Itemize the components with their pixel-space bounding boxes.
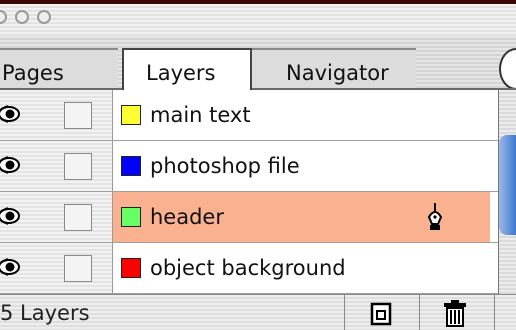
layer-name: header [150, 205, 224, 229]
trash-icon[interactable] [440, 299, 470, 327]
layers-list: main text photoshop file header object b… [0, 90, 499, 294]
scroll-thumb[interactable] [499, 135, 516, 235]
lock-toggle[interactable] [64, 102, 92, 129]
layer-count: 5 Layers [0, 301, 90, 325]
palette-titlebar[interactable] [0, 4, 516, 36]
layer-name: object background [150, 256, 346, 280]
eye-icon[interactable] [0, 103, 22, 125]
close-button[interactable] [0, 10, 7, 24]
tab-layers-label: Layers [146, 61, 216, 85]
status-divider [419, 295, 420, 330]
eye-icon[interactable] [0, 205, 22, 227]
layer-color-swatch [121, 156, 141, 176]
eye-icon[interactable] [0, 256, 22, 278]
new-layer-icon[interactable] [366, 299, 396, 327]
status-bar: 5 Layers [0, 294, 516, 330]
layer-color-swatch [121, 207, 141, 227]
eye-icon[interactable] [0, 154, 22, 176]
minimize-button[interactable] [15, 10, 29, 24]
tab-pages-label: Pages [2, 61, 64, 85]
tab-layers[interactable]: Layers [122, 48, 252, 90]
layer-color-swatch [121, 258, 141, 278]
lock-toggle[interactable] [64, 204, 92, 231]
layer-name: main text [150, 103, 251, 127]
lock-toggle[interactable] [64, 255, 92, 282]
tab-navigator-label: Navigator [286, 61, 389, 85]
layer-row[interactable]: object background [0, 243, 498, 294]
status-divider [494, 295, 495, 330]
layer-color-swatch [121, 105, 141, 125]
tab-bar: Pages Navigator Layers [0, 36, 516, 90]
layer-row[interactable]: photoshop file [0, 141, 498, 192]
layer-row[interactable]: main text [0, 90, 498, 141]
tab-pages[interactable]: Pages [0, 48, 118, 88]
zoom-button[interactable] [37, 10, 51, 24]
lock-toggle[interactable] [64, 153, 92, 180]
palette-menu-button[interactable] [499, 48, 516, 90]
layer-name: photoshop file [150, 154, 300, 178]
status-divider [344, 295, 345, 330]
pen-icon [427, 203, 443, 230]
tab-navigator[interactable]: Navigator [246, 48, 416, 88]
layer-row-selected[interactable]: header [0, 192, 498, 243]
